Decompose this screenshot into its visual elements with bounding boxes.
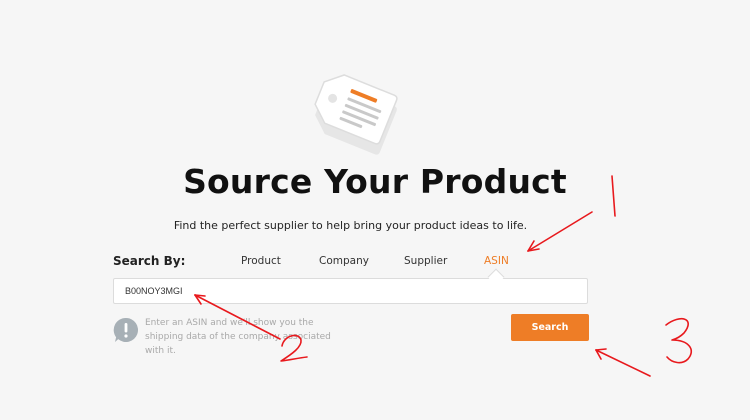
search-by-label: Search By: — [113, 254, 186, 268]
asin-search-input[interactable] — [113, 278, 588, 304]
annotation-overlay — [194, 175, 693, 377]
hint-text: Enter an ASIN and we'll show you the shi… — [145, 318, 331, 356]
page-subtitle: Find the perfect supplier to help bring … — [173, 219, 528, 232]
price-tag-icon — [314, 74, 398, 155]
page-title: Source Your Product — [183, 162, 567, 201]
annotation-arrow-3 — [595, 349, 651, 377]
search-button[interactable]: Search — [511, 314, 589, 341]
tab-company[interactable]: Company — [319, 255, 369, 267]
tab-product[interactable]: Product — [241, 255, 281, 267]
tab-supplier[interactable]: Supplier — [404, 255, 447, 267]
tab-asin[interactable]: ASIN — [484, 255, 509, 267]
annotation-number-3 — [665, 317, 693, 364]
info-exclamation-icon — [113, 317, 139, 342]
